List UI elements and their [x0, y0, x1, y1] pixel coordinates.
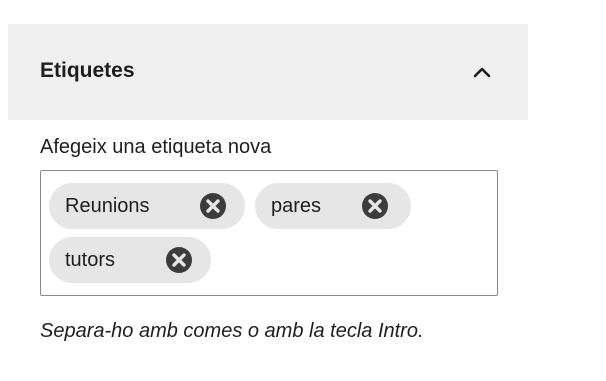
- chevron-up-icon: [473, 67, 491, 78]
- tag-token-reunions: Reunions: [49, 183, 245, 229]
- circle-x-icon[interactable]: [361, 192, 389, 220]
- circle-x-icon[interactable]: [165, 246, 193, 274]
- circle-x-icon[interactable]: [199, 192, 227, 220]
- panel-title: Etiquetes: [40, 59, 135, 82]
- tag-token-tutors: tutors: [49, 237, 211, 283]
- panel-header[interactable]: Etiquetes: [8, 24, 528, 120]
- tags-panel: Etiquetes Afegeix una etiqueta nova Reun…: [8, 24, 528, 381]
- panel-toggle-button[interactable]: [468, 58, 496, 86]
- tag-token-label: Reunions: [65, 194, 150, 217]
- tag-token-field[interactable]: Reunions pares tutors: [40, 170, 498, 296]
- tag-token-label: pares: [271, 194, 322, 217]
- help-text: Separa-ho amb comes o amb la tecla Intro…: [40, 320, 424, 342]
- tag-token-pares: pares: [255, 183, 411, 229]
- add-tag-label: Afegeix una etiqueta nova: [40, 136, 272, 158]
- tag-token-label: tutors: [65, 248, 116, 271]
